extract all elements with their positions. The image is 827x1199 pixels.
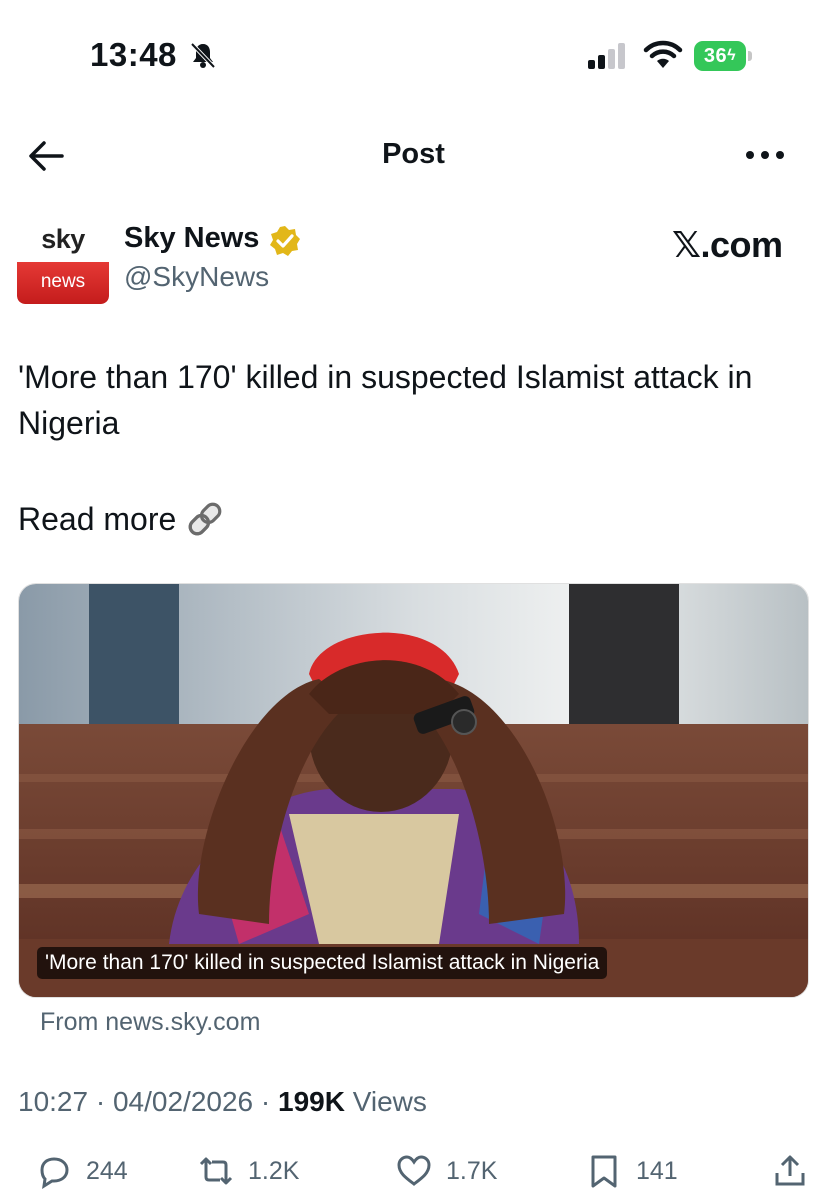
battery-indicator: 36 ϟ: [694, 41, 754, 71]
repost-button[interactable]: 1.2K: [198, 1148, 299, 1194]
reply-count: 244: [86, 1156, 128, 1185]
link-card-image[interactable]: 'More than 170' killed in suspected Isla…: [18, 583, 809, 998]
bookmark-icon: [591, 1155, 617, 1188]
link-source[interactable]: From news.sky.com: [40, 1008, 260, 1037]
link-chain-icon: [188, 502, 222, 536]
news-photo: [19, 584, 808, 997]
page-title: Post: [382, 138, 445, 170]
action-bar: 244 1.2K 1.7K 141: [0, 1148, 827, 1194]
post-meta: 10:27 · 04/02/2026 · 199K Views: [18, 1086, 427, 1118]
reply-button[interactable]: 244: [36, 1148, 128, 1194]
author-handle[interactable]: @SkyNews: [124, 261, 269, 293]
battery-level: 36 ϟ: [694, 41, 746, 71]
post-date: 04/02/2026: [112, 1086, 254, 1117]
x-com-watermark: 𝕏.com: [672, 224, 783, 265]
battery-level-text: 36: [703, 44, 728, 67]
repost-count: 1.2K: [248, 1156, 300, 1185]
share-button[interactable]: [772, 1148, 808, 1194]
status-time: 13:48: [90, 36, 177, 73]
more-options-icon[interactable]: [742, 142, 788, 168]
heart-icon: [397, 1155, 431, 1186]
cellular-signal-icon: [588, 43, 625, 69]
reply-icon: [40, 1157, 69, 1189]
repost-icon: [199, 1157, 233, 1185]
verified-badge-icon[interactable]: [268, 224, 302, 258]
media-caption: 'More than 170' killed in suspected Isla…: [37, 947, 608, 979]
read-more-link[interactable]: Read more: [18, 496, 226, 542]
read-more-label: Read more: [18, 501, 177, 537]
avatar-logo-news: news: [17, 262, 109, 304]
meta-separator: ·: [95, 1086, 106, 1117]
views-count: 199K: [278, 1086, 345, 1117]
bookmark-count: 141: [636, 1156, 678, 1185]
views-label: Views: [352, 1086, 427, 1117]
charging-bolt-icon: ϟ: [727, 47, 737, 64]
tweet-text: 'More than 170' killed in suspected Isla…: [18, 359, 753, 441]
like-count: 1.7K: [446, 1156, 498, 1185]
avatar[interactable]: sky news: [17, 220, 109, 304]
avatar-logo-sky: sky: [41, 224, 85, 254]
bell-slash-icon: [190, 42, 216, 69]
author-name[interactable]: Sky News: [124, 222, 259, 255]
share-icon: [775, 1155, 805, 1186]
like-button[interactable]: 1.7K: [396, 1148, 497, 1194]
battery-tip: [748, 51, 752, 61]
post-time: 10:27: [18, 1086, 89, 1117]
wifi-icon: [643, 40, 683, 68]
meta-separator: ·: [260, 1086, 271, 1117]
bookmark-button[interactable]: 141: [586, 1148, 678, 1194]
